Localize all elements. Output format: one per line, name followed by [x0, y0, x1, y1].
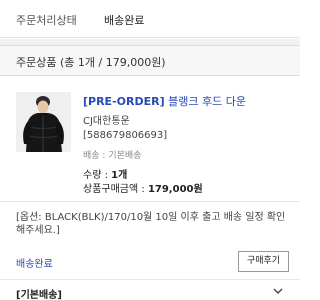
chevron-down-icon[interactable] — [272, 286, 284, 296]
tracking-number[interactable]: [588679806693] — [83, 130, 167, 141]
price-value: 179,000원 — [147, 184, 203, 195]
price-line: 상품구매금액 : 179,000원 — [83, 180, 203, 195]
product-tag: [PRE-ORDER] — [83, 95, 165, 108]
product-image — [16, 92, 71, 152]
product-thumbnail[interactable] — [16, 92, 71, 152]
product-name-link[interactable]: [PRE-ORDER] 블랭크 후드 다운 — [83, 93, 246, 109]
order-items-title: 주문상품 (총 1개 / 179,000원) — [16, 56, 166, 69]
order-status-row: 주문처리상태 배송완료 — [0, 0, 300, 38]
delivery-status-link[interactable]: 배송완료 — [16, 255, 53, 270]
price-label: 상품구매금액 : — [83, 184, 148, 195]
basic-shipping-header[interactable]: [기본배송] — [16, 286, 62, 300]
product-name: 블랭크 후드 다운 — [168, 95, 246, 108]
write-review-button[interactable]: 구매후기 — [238, 251, 289, 272]
quantity-line: 수량 : 1개 — [83, 166, 127, 181]
option-note: [옵션: BLACK(BLK)/170/10월 10일 이후 출고 배송 일정 … — [16, 212, 286, 236]
divider — [0, 279, 300, 280]
order-items-header: 주문상품 (총 1개 / 179,000원) — [0, 45, 300, 76]
order-status-label: 주문처리상태 — [16, 14, 77, 27]
courier-name: CJ대한통운 — [83, 116, 130, 127]
divider — [0, 201, 300, 202]
order-status-value: 배송완료 — [104, 14, 145, 27]
shipping-method: 배송 : 기본배송 — [83, 151, 142, 161]
